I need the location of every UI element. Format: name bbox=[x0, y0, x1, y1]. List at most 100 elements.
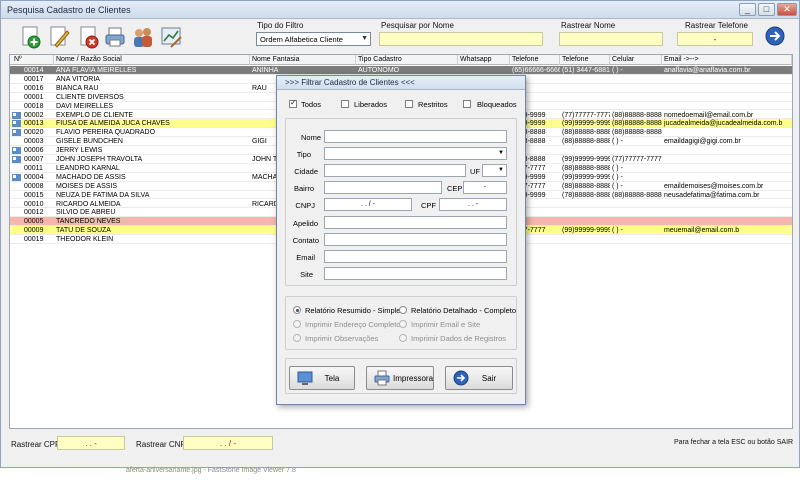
cell-tel2: (88)88888-8888 bbox=[562, 164, 610, 172]
contato-field[interactable] bbox=[324, 233, 507, 246]
cidade-field[interactable] bbox=[324, 164, 466, 177]
cell-n: 00017 bbox=[24, 75, 44, 83]
go-arrow-icon[interactable] bbox=[765, 26, 785, 46]
taskbar-text: aferta-aniversariante.jpg - FastStone Im… bbox=[126, 467, 296, 474]
print-notes-radio[interactable] bbox=[293, 334, 301, 342]
column-header[interactable]: Whatsapp bbox=[458, 55, 510, 65]
report-simple-radio[interactable] bbox=[293, 306, 301, 314]
cell-n: 00007 bbox=[24, 156, 44, 163]
todos-checkbox[interactable] bbox=[289, 98, 297, 108]
bloqueados-checkbox[interactable] bbox=[463, 100, 471, 108]
edit-record-icon[interactable] bbox=[47, 25, 71, 49]
close-button[interactable]: ✕ bbox=[777, 3, 797, 16]
column-header[interactable]: Telefone bbox=[510, 55, 560, 65]
cell-cel bbox=[610, 93, 662, 102]
cell-cel: ( ) - bbox=[612, 182, 623, 190]
exit-button-label: Sair bbox=[481, 374, 497, 383]
column-header[interactable]: Tipo Cadastro bbox=[356, 55, 458, 65]
screen-button[interactable]: Tela bbox=[289, 366, 355, 390]
site-field[interactable] bbox=[324, 267, 507, 280]
track-phone-input[interactable]: - bbox=[677, 32, 753, 46]
filter-type-select[interactable]: Ordem Alfabetica Cliente ▼ bbox=[256, 32, 371, 46]
cell-n: 00009 bbox=[24, 227, 44, 235]
cell-name: JERRY LEWIS bbox=[56, 147, 103, 155]
maximize-button[interactable]: □ bbox=[758, 3, 775, 16]
cell-name: ANA FLAVIA MEIRELLES bbox=[56, 67, 137, 74]
cell-tipo: AUTONOMO bbox=[358, 67, 400, 74]
cell-email bbox=[662, 146, 792, 155]
cell-n: 00014 bbox=[24, 67, 44, 74]
cep-field[interactable]: - bbox=[463, 181, 507, 194]
report-detailed-radio[interactable] bbox=[399, 306, 407, 314]
track-cnpj-input[interactable]: . . / - bbox=[183, 436, 273, 450]
cell-email: emaildagigi@gigi.com.br bbox=[664, 138, 741, 146]
table-row[interactable]: 00014 ANA FLAVIA MEIRELLES ANINHA AUTONOMO (… bbox=[10, 66, 792, 75]
column-header[interactable]: Nome Fantasia bbox=[250, 55, 356, 65]
cpf-field[interactable]: . . - bbox=[439, 198, 507, 211]
cell-email: anaflavia@anaflavia.com.br bbox=[664, 67, 751, 74]
column-header[interactable]: Celular bbox=[610, 55, 662, 65]
users-icon[interactable] bbox=[131, 25, 155, 49]
printer-button[interactable]: Impressora bbox=[366, 366, 434, 390]
cell-n: 00006 bbox=[24, 147, 44, 155]
cell-name: NEUZA DE FATIMA DA SILVA bbox=[56, 191, 150, 199]
print-records-radio[interactable] bbox=[399, 334, 407, 342]
bairro-label: Bairro bbox=[293, 184, 314, 193]
search-name-input[interactable] bbox=[379, 32, 543, 46]
liberados-checkbox[interactable] bbox=[341, 100, 349, 108]
column-header[interactable]: Telefone bbox=[560, 55, 610, 65]
printer-button-label: Impressora bbox=[393, 374, 434, 383]
print-icon[interactable] bbox=[103, 25, 127, 49]
cell-cel bbox=[610, 102, 662, 111]
cell-tel2: (99)99999-9999 bbox=[562, 156, 610, 163]
cell-tel2 bbox=[560, 93, 610, 102]
restritos-checkbox[interactable] bbox=[405, 100, 413, 108]
cell-fantasia: ANINHA bbox=[252, 67, 279, 74]
cnpj-field[interactable]: . . / - bbox=[324, 198, 412, 211]
print-notes-label: Imprimir Observações bbox=[305, 334, 379, 343]
track-name-input[interactable] bbox=[559, 32, 663, 46]
report-icon[interactable] bbox=[159, 25, 183, 49]
apelido-field[interactable] bbox=[324, 216, 507, 229]
print-email-site-radio[interactable] bbox=[399, 320, 407, 328]
contact-card-icon bbox=[12, 120, 21, 128]
cell-email: neusadefatima@fatima.com.br bbox=[664, 191, 760, 199]
column-header[interactable]: Nº bbox=[12, 55, 54, 65]
apelido-label: Apelido bbox=[292, 219, 318, 228]
contact-card-icon bbox=[12, 111, 21, 119]
cell-tel2 bbox=[560, 200, 610, 209]
column-header[interactable]: Email ->--> bbox=[662, 55, 792, 65]
print-address-radio[interactable] bbox=[293, 320, 301, 328]
cell-name: LEANDRO KARNAL bbox=[56, 164, 120, 172]
cell-n: 00005 bbox=[24, 218, 44, 226]
track-phone-label: Rastrear Telefone bbox=[685, 21, 748, 30]
contact-card-icon bbox=[12, 147, 21, 155]
nome-field[interactable] bbox=[324, 130, 507, 143]
exit-button[interactable]: Sair bbox=[445, 366, 513, 390]
tipo-select[interactable]: ▼ bbox=[324, 147, 507, 160]
cell-tel2 bbox=[560, 146, 610, 155]
cell-tel2: (99)99999-9999 bbox=[562, 120, 610, 128]
email-field[interactable] bbox=[324, 250, 507, 263]
column-header[interactable]: Nome / Razão Social bbox=[54, 55, 250, 65]
cell-cel: (88)88888-8888 bbox=[612, 191, 662, 199]
track-cpf-input[interactable]: . . - bbox=[57, 436, 125, 450]
contact-card-icon bbox=[12, 173, 21, 181]
delete-record-icon[interactable] bbox=[77, 25, 101, 49]
uf-select[interactable]: ▼ bbox=[482, 164, 507, 177]
cell-email bbox=[662, 93, 792, 102]
cell-tel2 bbox=[560, 102, 610, 111]
cell-email bbox=[662, 200, 792, 209]
minimize-button[interactable]: _ bbox=[739, 3, 756, 16]
bairro-field[interactable] bbox=[324, 181, 442, 194]
cell-tel2: (51) 3447-6881 bbox=[562, 67, 610, 74]
cell-cel bbox=[610, 217, 662, 226]
cell-email bbox=[662, 75, 792, 84]
title-bar: Pesquisa Cadastro de Clientes _ □ ✕ bbox=[1, 1, 799, 19]
cell-n: 00004 bbox=[24, 173, 44, 181]
add-record-icon[interactable] bbox=[19, 25, 43, 49]
cell-n: 00015 bbox=[24, 191, 44, 199]
cell-cel: ( ) - bbox=[612, 67, 623, 74]
report-simple-label: Relatório Resumido - Simples bbox=[305, 306, 405, 315]
site-label: Site bbox=[300, 270, 313, 279]
